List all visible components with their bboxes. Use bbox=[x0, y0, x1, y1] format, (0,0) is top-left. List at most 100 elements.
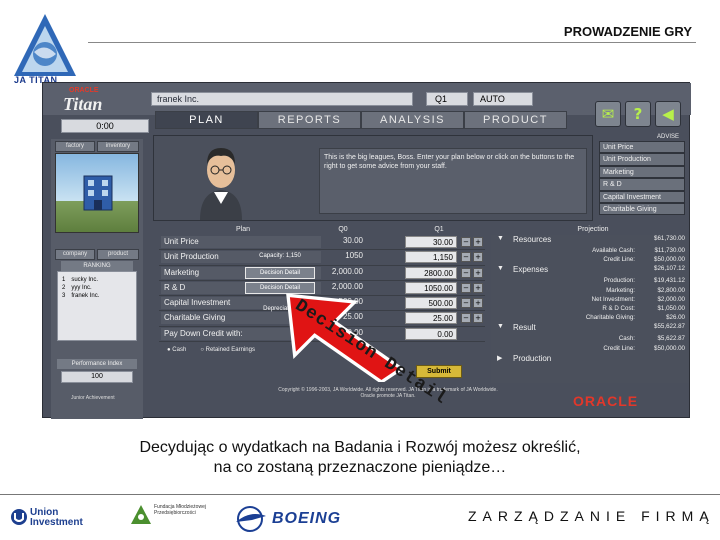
tab-inventory[interactable]: inventory bbox=[97, 141, 139, 152]
quarter-field[interactable]: Q1 bbox=[426, 92, 468, 106]
main-tabs: PLAN REPORTS ANALYSIS PRODUCT bbox=[155, 111, 567, 129]
advice-r-and-d[interactable]: R & D bbox=[599, 178, 685, 191]
advice-unit-price[interactable]: Unit Price bbox=[599, 141, 685, 154]
q1-input[interactable]: 2800.00 bbox=[405, 266, 457, 279]
ranking-list: 1 sucky Inc. 2 yyy Inc. 3 franek Inc. bbox=[57, 271, 137, 341]
projection-value: $11,730.00 bbox=[654, 247, 685, 254]
slide-title: PROWADZENIE GRY bbox=[563, 24, 692, 39]
decrement-icon[interactable]: − bbox=[461, 252, 471, 263]
mode-field[interactable]: AUTO bbox=[473, 92, 533, 106]
advice-charitable-giving[interactable]: Charitable Giving bbox=[599, 202, 685, 216]
projection-key: Expenses bbox=[513, 265, 549, 275]
company-name-field[interactable]: franek Inc. bbox=[151, 92, 413, 106]
row-label: Unit Price bbox=[161, 236, 321, 248]
increment-icon[interactable]: + bbox=[473, 282, 483, 293]
tab-product[interactable]: PRODUCT bbox=[464, 111, 567, 129]
advice-marketing[interactable]: Marketing bbox=[599, 165, 685, 179]
ranking-pos: 2 bbox=[62, 285, 66, 291]
ranking-name: sucky Inc. bbox=[71, 277, 99, 283]
left-panel: factory inventory company product RANKIN… bbox=[51, 139, 143, 419]
caption-line-1: Decydując o wydatkach na Badania i Rozwó… bbox=[139, 439, 581, 456]
fundacja-logo: Fundacja Młodzieżowej Przedsiębiorczości bbox=[130, 504, 206, 531]
title-divider bbox=[88, 42, 696, 43]
projection-line: ▼ Result $55,622.87 bbox=[491, 323, 689, 335]
chevron-right-icon[interactable]: ▶ bbox=[497, 354, 502, 362]
table-row: Unit Production Capacity: 1,150 1050 1,1… bbox=[159, 250, 485, 266]
plan-header: Plan bbox=[235, 226, 250, 233]
decrement-icon[interactable]: − bbox=[461, 298, 471, 309]
projection-key: Marketing: bbox=[606, 286, 635, 294]
ja-footer-label: Junior Achievement bbox=[71, 395, 115, 401]
factory-building-icon bbox=[83, 175, 113, 211]
capacity-label: Capacity: 1,150 bbox=[259, 253, 301, 260]
projection-key: Credit Line: bbox=[603, 344, 635, 352]
game-timer: 0:00 bbox=[61, 119, 149, 133]
decrement-icon[interactable]: − bbox=[461, 267, 471, 278]
advisor-panel: This is the big leagues, Boss. Enter you… bbox=[153, 135, 593, 221]
advice-unit-production[interactable]: Unit Production bbox=[599, 153, 685, 166]
performance-index-header: Performance Index bbox=[57, 359, 137, 369]
q0-header: Q0 bbox=[338, 226, 348, 233]
projection-key: R & D Cost: bbox=[602, 304, 635, 312]
q1-header: Q1 bbox=[434, 226, 444, 233]
projection-line: ▶ Production bbox=[491, 354, 689, 366]
projection-line: Net Investment: $2,000.00 bbox=[491, 296, 689, 305]
advisor-avatar bbox=[200, 148, 242, 220]
oracle-brand-small: ORACLE bbox=[69, 87, 99, 94]
projection-key: Cash: bbox=[618, 335, 635, 343]
decrement-icon[interactable]: − bbox=[461, 313, 471, 324]
projection-line: Available Cash: $11,730.00 bbox=[491, 247, 689, 256]
projection-line: Cash: $5,622.87 bbox=[491, 335, 689, 344]
boeing-icon bbox=[236, 506, 266, 532]
chevron-down-icon[interactable]: ▼ bbox=[497, 235, 504, 242]
chevron-down-icon[interactable]: ▼ bbox=[497, 323, 504, 330]
radio-cash[interactable]: ● Cash bbox=[167, 347, 186, 353]
mail-icon[interactable]: ✉ bbox=[595, 101, 621, 127]
sound-icon[interactable]: ◀ bbox=[655, 101, 681, 127]
advice-capital-investment[interactable]: Capital Investment bbox=[599, 190, 685, 203]
projection-line: Charitable Giving: $26.00 bbox=[491, 314, 689, 323]
chevron-down-icon[interactable]: ▼ bbox=[497, 265, 504, 272]
table-row: Marketing Decision Detail 2,000.00 2800.… bbox=[159, 266, 485, 281]
projection-line: Credit Line: $50,000.00 bbox=[491, 256, 689, 265]
tab-analysis[interactable]: ANALYSIS bbox=[361, 111, 464, 129]
increment-icon[interactable]: + bbox=[473, 298, 483, 309]
caption-line-2: na co zostaną przeznaczone pieniądze… bbox=[213, 459, 507, 476]
tab-product-left[interactable]: product bbox=[97, 249, 139, 260]
projection-value: $50,000.00 bbox=[654, 344, 685, 352]
decrement-icon[interactable]: − bbox=[461, 282, 471, 293]
tab-factory[interactable]: factory bbox=[55, 141, 95, 152]
help-icon[interactable]: ? bbox=[625, 101, 651, 127]
fundacja-icon bbox=[131, 505, 151, 524]
decision-detail-button[interactable]: Decision Detail bbox=[245, 266, 315, 279]
tab-company[interactable]: company bbox=[55, 249, 95, 260]
boeing-logo: BOEING bbox=[232, 504, 340, 539]
ranking-item: 3 franek Inc. bbox=[62, 292, 132, 300]
copyright-text: Copyright © 1996-2003, JA Worldwide. All… bbox=[278, 387, 498, 399]
ranking-item: 1 sucky Inc. bbox=[62, 276, 132, 284]
projection-line: Credit Line: $50,000.00 bbox=[491, 345, 689, 354]
tab-plan[interactable]: PLAN bbox=[155, 111, 258, 129]
q1-input[interactable]: 1,150 bbox=[405, 251, 457, 264]
projection-header: Projection bbox=[577, 226, 609, 233]
ranking-item: 2 yyy Inc. bbox=[62, 284, 132, 292]
projection-value: $19,431.12 bbox=[654, 277, 685, 285]
projection-key: Charitable Giving: bbox=[585, 314, 635, 322]
radio-retained-earnings[interactable]: ○ Retained Earnings bbox=[200, 347, 255, 353]
advice-list: Unit Price Unit Production Marketing R &… bbox=[599, 141, 685, 216]
tab-reports[interactable]: REPORTS bbox=[258, 111, 361, 129]
projection-line: R & D Cost: $1,050.00 bbox=[491, 305, 689, 314]
union-line-2: Investment bbox=[30, 517, 83, 528]
q1-input[interactable]: 30.00 bbox=[405, 236, 457, 248]
footer-divider bbox=[0, 494, 720, 495]
increment-icon[interactable]: + bbox=[473, 313, 483, 324]
projection-value: $2,000.00 bbox=[657, 295, 685, 303]
increment-icon[interactable]: + bbox=[473, 237, 483, 247]
projection-key: Production: bbox=[603, 277, 635, 285]
increment-icon[interactable]: + bbox=[473, 267, 483, 278]
radio-cash-label: Cash bbox=[172, 347, 187, 353]
projection-panel: ▼ Resources $61,730.00 Available Cash: $11,… bbox=[491, 235, 689, 383]
increment-icon[interactable]: + bbox=[473, 252, 483, 263]
decrement-icon[interactable]: − bbox=[461, 237, 471, 247]
radio-retained-label: Retained Earnings bbox=[205, 347, 255, 353]
